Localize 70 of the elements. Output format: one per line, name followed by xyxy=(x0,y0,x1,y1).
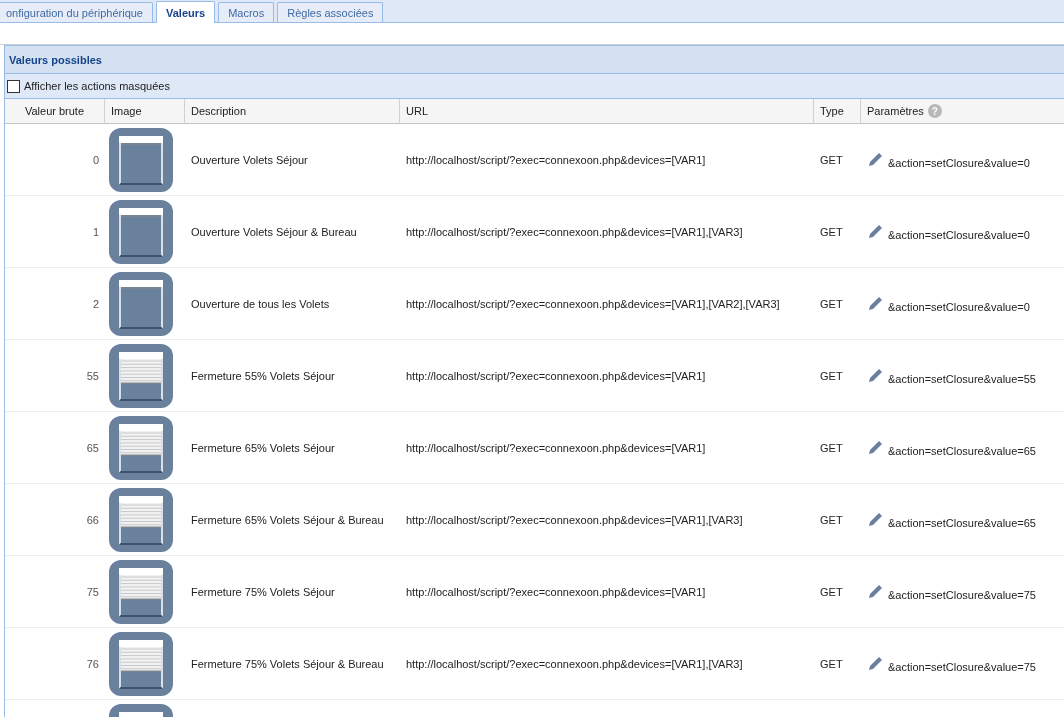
column-title: Paramètres xyxy=(867,105,924,117)
column-header[interactable]: Type xyxy=(814,99,861,124)
table-cell: &action=setClosure&value=0 xyxy=(888,156,1030,169)
table-cell: http://localhost/script/?exec=connexoon.php&devices=[VAR1],[VAR3] xyxy=(406,225,743,238)
table-cell: 76 xyxy=(86,657,99,670)
pencil-icon[interactable] xyxy=(867,655,884,672)
table-cell: GET xyxy=(820,657,843,670)
table-cell: Fermeture 65% Volets Séjour & Bureau xyxy=(191,513,384,526)
table-cell: GET xyxy=(820,513,843,526)
table-cell: GET xyxy=(820,297,843,310)
shutter-icon xyxy=(109,631,173,696)
column-header[interactable]: Description xyxy=(185,99,400,124)
table-cell: Fermeture 75% Volets Séjour xyxy=(191,585,335,598)
column-header[interactable]: Valeur brute xyxy=(5,99,105,124)
table-cell: http://localhost/script/?exec=connexoon.php&devices=[VAR1] xyxy=(406,369,706,382)
table-cell: http://localhost/script/?exec=connexoon.php&devices=[VAR1] xyxy=(406,441,706,454)
table-cell: &action=setClosure&value=0 xyxy=(888,300,1030,313)
table-cell: 2 xyxy=(92,297,99,310)
shutter-icon xyxy=(109,127,173,192)
table-cell: Ouverture Volets Séjour xyxy=(191,153,308,166)
pencil-icon[interactable] xyxy=(867,223,884,240)
table-cell: &action=setClosure&value=0 xyxy=(888,228,1030,241)
table-cell: GET xyxy=(820,225,843,238)
table-cell: GET xyxy=(820,585,843,598)
table-cell: GET xyxy=(820,153,843,166)
table-cell: http://localhost/script/?exec=connexoon.php&devices=[VAR1] xyxy=(406,585,706,598)
tab[interactable]: onfiguration du périphérique xyxy=(0,2,153,22)
shutter-icon xyxy=(109,199,173,264)
shutter-icon xyxy=(109,271,173,336)
pencil-icon[interactable] xyxy=(867,439,884,456)
column-header[interactable]: Image xyxy=(105,99,185,124)
table-cell: &action=setClosure&value=75 xyxy=(888,660,1036,673)
tab[interactable]: Macros xyxy=(218,2,275,22)
tab[interactable]: Valeurs xyxy=(156,1,216,23)
table-cell: Fermeture 55% Volets Séjour xyxy=(191,369,335,382)
table-cell: 0 xyxy=(92,153,99,166)
panel-title: Valeurs possibles xyxy=(5,45,1064,74)
table-cell: http://localhost/script/?exec=connexoon.php&devices=[VAR1],[VAR3] xyxy=(406,657,743,670)
table-cell: 75 xyxy=(86,585,99,598)
pencil-icon[interactable] xyxy=(867,511,884,528)
shutter-icon xyxy=(109,343,173,408)
tab[interactable]: Règles associées xyxy=(277,2,384,22)
table-cell: 65 xyxy=(86,441,99,454)
shutter-icon xyxy=(109,487,173,552)
pencil-icon[interactable] xyxy=(867,367,884,384)
shutter-icon xyxy=(109,415,173,480)
table-cell: http://localhost/script/?exec=connexoon.php&devices=[VAR1],[VAR3] xyxy=(406,513,743,526)
pencil-icon[interactable] xyxy=(867,583,884,600)
table-cell: http://localhost/script/?exec=connexoon.php&devices=[VAR1],[VAR2],[VAR3] xyxy=(406,297,780,310)
table-cell: GET xyxy=(820,369,843,382)
table-cell: Ouverture Volets Séjour & Bureau xyxy=(191,225,357,238)
pencil-icon[interactable] xyxy=(867,295,884,312)
table-cell: &action=setClosure&value=65 xyxy=(888,516,1036,529)
shutter-icon xyxy=(109,559,173,624)
table-cell: 66 xyxy=(86,513,99,526)
table-cell: &action=setClosure&value=75 xyxy=(888,588,1036,601)
table-cell: http://localhost/script/?exec=connexoon.php&devices=[VAR1] xyxy=(406,153,706,166)
table-cell: 55 xyxy=(86,369,99,382)
column-header[interactable]: URL xyxy=(400,99,814,124)
table-cell: Ouverture de tous les Volets xyxy=(191,297,330,310)
table-cell: GET xyxy=(820,441,843,454)
table-cell: &action=setClosure&value=55 xyxy=(888,372,1036,385)
table-cell: Fermeture 75% Volets Séjour & Bureau xyxy=(191,657,384,670)
pencil-icon[interactable] xyxy=(867,151,884,168)
table-cell: 1 xyxy=(92,225,99,238)
table-cell: Fermeture 65% Volets Séjour xyxy=(191,441,335,454)
table-cell: &action=setClosure&value=65 xyxy=(888,444,1036,457)
column-header[interactable]: Paramètres ? xyxy=(861,99,1064,124)
checkbox[interactable] xyxy=(7,79,20,93)
checkbox-label: Afficher les actions masquées xyxy=(24,80,170,92)
